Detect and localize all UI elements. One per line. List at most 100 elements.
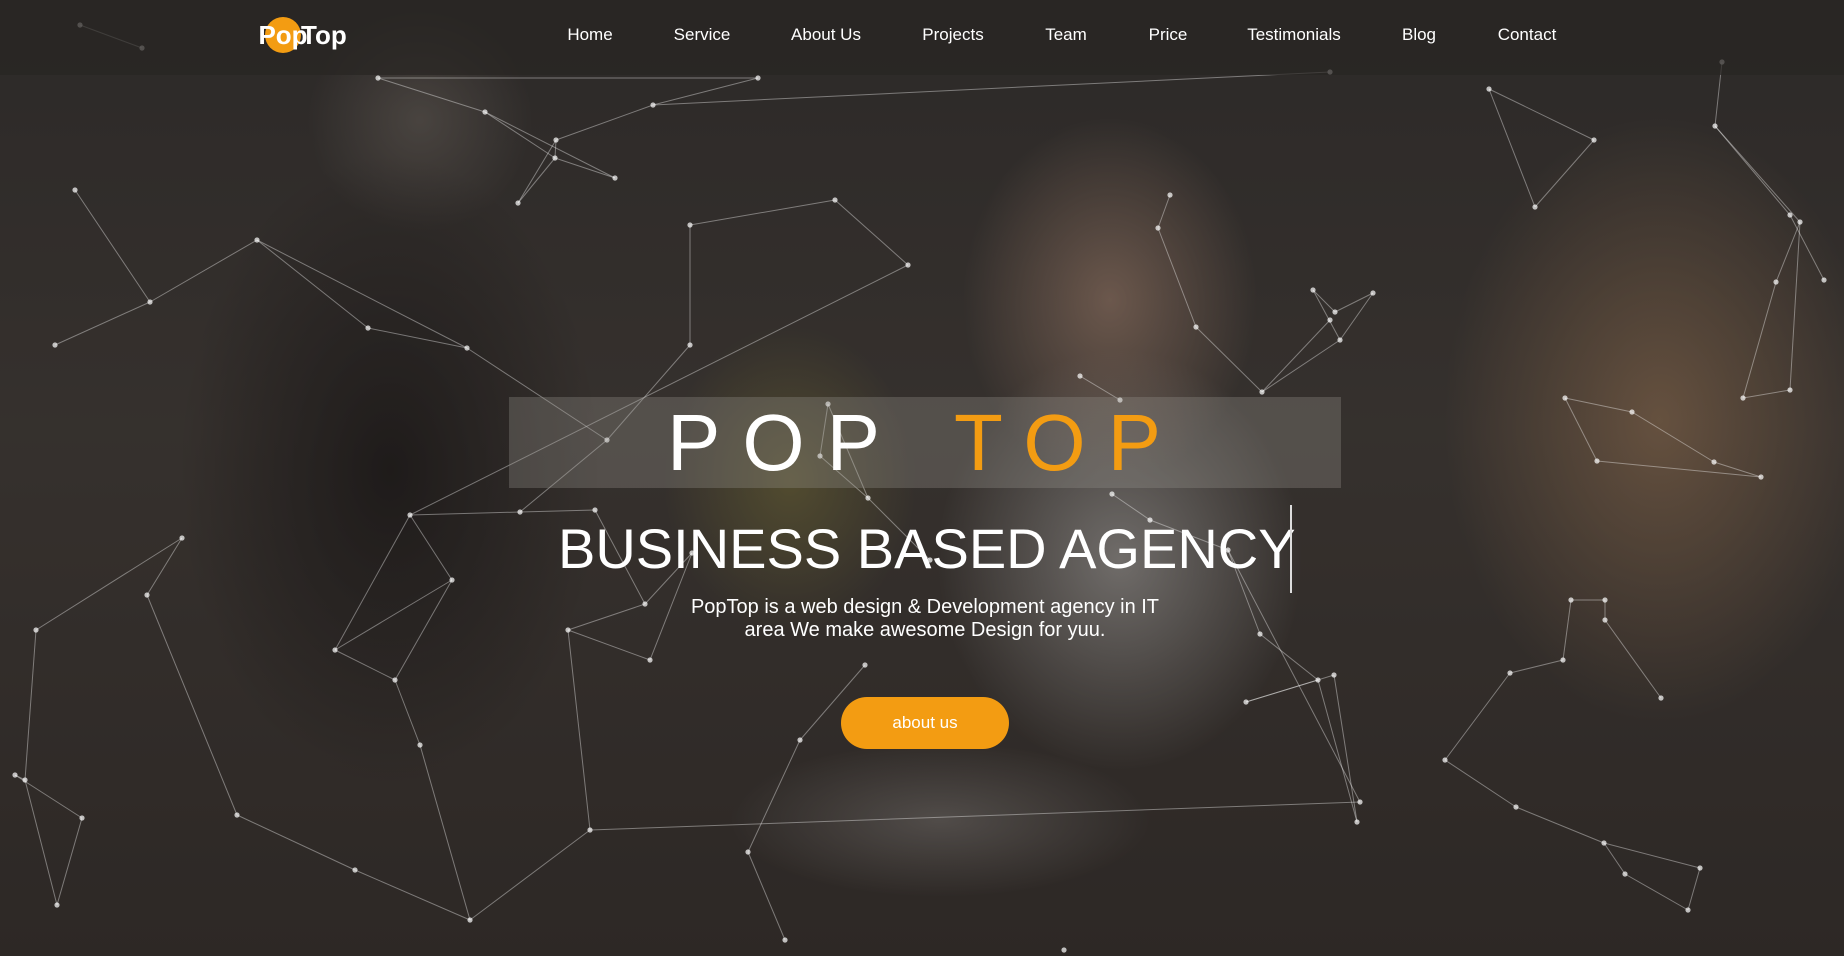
network-dot [1332,309,1338,315]
network-line [24,629,37,781]
nav-link-service[interactable]: Service [674,25,731,45]
network-line [1312,289,1336,313]
network-dot [1507,670,1513,676]
hero-description-line-2: area We make awesome Design for yuu. [744,619,1106,641]
network-dot [1327,317,1333,323]
network-line [1631,411,1715,463]
hero-title: POP TOP [509,397,1341,488]
network-line [1227,549,1361,803]
nav-link-projects[interactable]: Projects [922,25,983,45]
network-line [567,603,646,631]
network-line [1261,339,1341,393]
network-dot [755,75,761,81]
network-line [484,111,616,179]
network-dot [565,627,571,633]
network-dot [1685,907,1691,913]
network-line [517,139,557,204]
network-line [554,157,616,179]
network-dot [375,75,381,81]
nav-link-team[interactable]: Team [1045,25,1087,45]
network-dot [1787,387,1793,393]
network-dot [22,777,28,783]
network-dot [147,299,153,305]
network-line [1564,397,1598,462]
network-dot [467,917,473,923]
network-line [334,649,396,681]
nav-link-price[interactable]: Price [1149,25,1188,45]
network-dot [797,737,803,743]
network-dot [12,772,18,778]
network-dot [1658,695,1664,701]
top-navbar: Pop Top Home Service About Us Projects T… [0,0,1844,75]
network-line [256,239,369,329]
nav-link-about-us[interactable]: About Us [791,25,861,45]
network-dot [1594,458,1600,464]
network-line [1334,292,1374,313]
network-dot [1601,840,1607,846]
network-dot [1257,631,1263,637]
network-dot [1629,409,1635,415]
network-dot [1357,799,1363,805]
network-dot [1591,137,1597,143]
poptop-logo[interactable]: Pop Top [258,15,347,55]
network-line [1317,679,1358,823]
hero-description: PopTop is a web design & Development age… [650,596,1200,642]
network-line [1488,88,1536,208]
network-dot [449,577,455,583]
network-dot [1337,337,1343,343]
hero-title-top: TOP [953,398,1183,487]
network-dot [515,200,521,206]
network-line [1789,221,1801,391]
network-dot [1787,212,1793,218]
network-dot [782,937,788,943]
nav-link-contact[interactable]: Contact [1498,25,1557,45]
network-dot [1354,819,1360,825]
network-line [484,111,556,159]
network-line [1687,867,1701,911]
network-dot [587,827,593,833]
network-dot [687,222,693,228]
network-dot [1697,865,1703,871]
network-dot [1740,395,1746,401]
network-dot [1331,672,1337,678]
network-dot [1259,389,1265,395]
network-dot [482,109,488,115]
network-dot [1821,277,1827,283]
network-dot [365,325,371,331]
nav-link-testimonials[interactable]: Testimonials [1247,25,1341,45]
network-dot [687,342,693,348]
network-dot [1155,225,1161,231]
about-us-button[interactable]: about us [841,697,1009,749]
network-line [354,869,471,921]
network-dot [1109,491,1115,497]
network-line [334,514,411,651]
network-line [469,829,591,921]
network-line [367,327,468,349]
network-line [1714,125,1791,216]
network-line [419,744,471,921]
network-dot [1797,219,1803,225]
network-dot [1773,279,1779,285]
network-line [567,629,591,831]
network-line [1604,619,1662,699]
network-dot [79,815,85,821]
network-dot [179,535,185,541]
network-line [56,817,83,906]
network-line [409,514,453,581]
network-line [334,579,453,651]
network-dot [1712,123,1718,129]
network-line [409,511,521,516]
network-line [1339,292,1374,341]
nav-link-home[interactable]: Home [567,25,612,45]
network-dot [905,262,911,268]
network-line [1333,674,1358,823]
logo-text-top: Top [301,19,347,50]
network-line [555,104,654,141]
nav-link-blog[interactable]: Blog [1402,25,1436,45]
network-dot [1167,192,1173,198]
network-dot [517,509,523,515]
network-dot [1442,757,1448,763]
network-line [1157,227,1197,328]
network-line [149,239,258,303]
network-dot [254,237,260,243]
